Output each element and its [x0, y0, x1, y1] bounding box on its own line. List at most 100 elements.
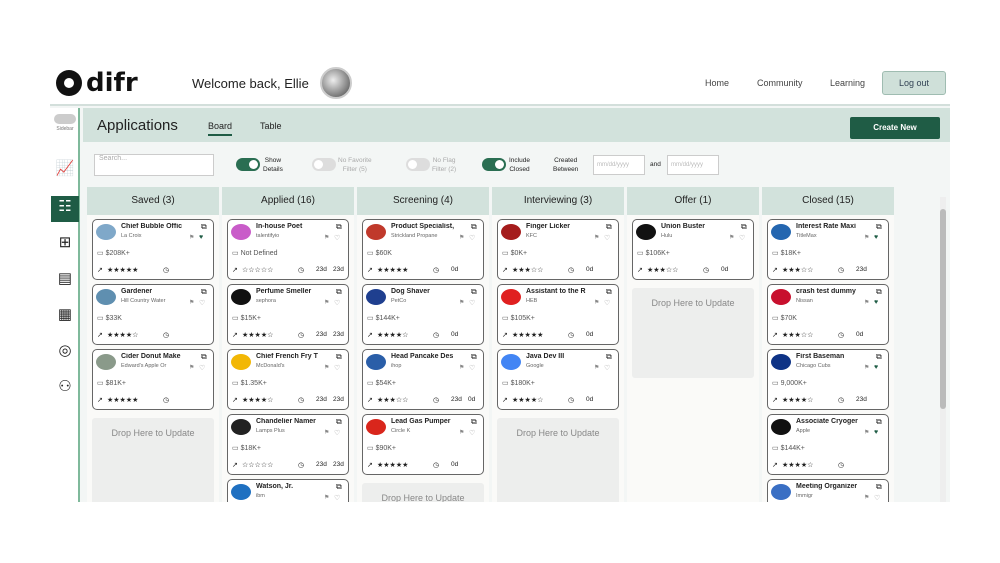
scroll-thumb[interactable]	[940, 209, 946, 409]
open-external-icon[interactable]: ⧉	[876, 222, 882, 232]
flag-icon[interactable]: ⚑	[189, 364, 194, 371]
target-icon[interactable]: ◎	[54, 340, 76, 362]
favorite-heart-icon[interactable]: ♥	[874, 429, 878, 436]
date-to-input[interactable]: mm/dd/yyyy	[667, 155, 719, 175]
open-external-icon[interactable]: ⧉	[201, 287, 207, 297]
logout-button[interactable]: Log out	[882, 71, 946, 95]
chart-icon[interactable]: 📈	[54, 158, 76, 180]
favorite-heart-icon[interactable]: ♡	[334, 234, 340, 242]
favorite-heart-icon[interactable]: ♡	[604, 364, 610, 372]
flag-icon[interactable]: ⚑	[459, 429, 464, 436]
calendar-icon[interactable]: ▦	[54, 304, 76, 326]
flag-icon[interactable]: ⚑	[729, 234, 734, 241]
open-external-icon[interactable]: ⧉	[471, 287, 477, 297]
favorite-heart-icon[interactable]: ♥	[874, 234, 878, 241]
briefcase-icon[interactable]: ⊞	[54, 232, 76, 254]
favorite-heart-icon[interactable]: ♡	[334, 364, 340, 372]
nav-learning[interactable]: Learning	[830, 78, 865, 88]
flag-icon[interactable]: ⚑	[324, 234, 329, 241]
favorite-heart-icon[interactable]: ♡	[469, 429, 475, 437]
flag-icon[interactable]: ⚑	[324, 299, 329, 306]
flag-icon[interactable]: ⚑	[189, 234, 194, 241]
difr-logo[interactable]: difr	[56, 68, 138, 98]
flag-icon[interactable]: ⚑	[459, 299, 464, 306]
job-card[interactable]: Head Pancake Des ihop ⧉ ⚑ ♡ ▭ $54K+ ★★★☆☆ ↗ ◷ 23d…	[362, 349, 484, 410]
open-external-icon[interactable]: ⧉	[606, 222, 612, 232]
drop-zone[interactable]: Drop Here to Update	[92, 418, 214, 502]
open-external-icon[interactable]: ⧉	[471, 417, 477, 427]
job-card[interactable]: Lead Gas Pumper Circle K ⧉ ⚑ ♡ ▭ $90K+ ★★★★★ ↗ ◷…	[362, 414, 484, 475]
flag-icon[interactable]: ⚑	[324, 494, 329, 501]
job-card[interactable]: Product Specialist, Strickland Propane ⧉ ⚑ ♡…	[362, 219, 484, 280]
date-from-input[interactable]: mm/dd/yyyy	[593, 155, 645, 175]
job-card[interactable]: Perfume Smeller sephora ⧉ ⚑ ♡ ▭ $15K+ ★★★★☆ ↗ ◷ 2…	[227, 284, 349, 345]
flag-icon[interactable]: ⚑	[864, 429, 869, 436]
search-input[interactable]: Search...	[94, 154, 214, 176]
open-external-icon[interactable]: ⧉	[336, 482, 342, 492]
job-card[interactable]: Meeting Organizer Immigr ⧉ ⚑ ♡	[767, 479, 889, 502]
job-card[interactable]: In-house Poet talentifyio ⧉ ⚑ ♡ ▭ Not Defined…	[227, 219, 349, 280]
open-external-icon[interactable]: ⧉	[336, 287, 342, 297]
job-card[interactable]: Associate Cryoger Apple ⧉ ⚑ ♥ ▭ $144K+ ★★★★☆ ↗ ◷	[767, 414, 889, 475]
flag-icon[interactable]: ⚑	[864, 299, 869, 306]
open-external-icon[interactable]: ⧉	[876, 417, 882, 427]
favorite-heart-icon[interactable]: ♡	[199, 364, 205, 372]
include-closed-toggle[interactable]	[482, 158, 506, 171]
favorite-heart-icon[interactable]: ♡	[604, 234, 610, 242]
create-new-button[interactable]: Create New	[850, 117, 940, 139]
flag-icon[interactable]: ⚑	[864, 494, 869, 501]
flag-icon[interactable]: ⚑	[864, 234, 869, 241]
open-external-icon[interactable]: ⧉	[741, 222, 747, 232]
job-card[interactable]: Interest Rate Maxi TitleMax ⧉ ⚑ ♥ ▭ $18K+ ★★★☆…	[767, 219, 889, 280]
flag-icon[interactable]: ⚑	[594, 299, 599, 306]
favorite-heart-icon[interactable]: ♡	[334, 429, 340, 437]
flag-icon[interactable]: ⚑	[324, 364, 329, 371]
favorite-heart-icon[interactable]: ♥	[874, 364, 878, 371]
job-card[interactable]: Chief Bubble Offic La Croix ⧉ ⚑ ♥ ▭ $208K+ ★★★…	[92, 219, 214, 280]
favorite-heart-icon[interactable]: ♥	[874, 299, 878, 306]
job-card[interactable]: Dog Shaver PetCo ⧉ ⚑ ♡ ▭ $144K+ ★★★★☆ ↗ ◷ 0d	[362, 284, 484, 345]
drop-zone[interactable]: Drop Here to Update	[632, 288, 754, 378]
nav-home[interactable]: Home	[705, 78, 729, 88]
favorite-heart-icon[interactable]: ♡	[334, 299, 340, 307]
open-external-icon[interactable]: ⧉	[471, 222, 477, 232]
job-card[interactable]: Watson, Jr. ibm ⧉ ⚑ ♡	[227, 479, 349, 502]
user-settings-icon[interactable]: ⚇	[54, 376, 76, 398]
favorite-heart-icon[interactable]: ♥	[199, 234, 203, 241]
open-external-icon[interactable]: ⧉	[336, 352, 342, 362]
open-external-icon[interactable]: ⧉	[876, 352, 882, 362]
document-icon[interactable]: ▤	[54, 268, 76, 290]
tab-board[interactable]: Board	[208, 121, 233, 136]
job-card[interactable]: crash test dummy Nissan ⧉ ⚑ ♥ ▭ $70K ★★★☆☆ ↗ ◷ 0d	[767, 284, 889, 345]
open-external-icon[interactable]: ⧉	[876, 287, 882, 297]
favorite-heart-icon[interactable]: ♡	[469, 299, 475, 307]
job-card[interactable]: Chief French Fry T McDonald's ⧉ ⚑ ♡ ▭ $1.35K+…	[227, 349, 349, 410]
favorite-heart-icon[interactable]: ♡	[469, 364, 475, 372]
drop-zone[interactable]: Drop Here to Update	[362, 483, 484, 502]
no-flag-toggle[interactable]	[406, 158, 430, 171]
job-card[interactable]: Cider Donut Make Edward's Apple Or ⧉ ⚑ ♡ ▭ $8…	[92, 349, 214, 410]
favorite-heart-icon[interactable]: ♡	[604, 299, 610, 307]
job-card[interactable]: First Baseman Chicago Cubs ⧉ ⚑ ♥ ▭ 9,000K+ ★★★…	[767, 349, 889, 410]
favorite-heart-icon[interactable]: ♡	[199, 299, 205, 307]
flag-icon[interactable]: ⚑	[189, 299, 194, 306]
flag-icon[interactable]: ⚑	[459, 234, 464, 241]
avatar[interactable]	[320, 67, 352, 99]
open-external-icon[interactable]: ⧉	[606, 352, 612, 362]
drop-zone[interactable]: Drop Here to Update	[497, 418, 619, 502]
flag-icon[interactable]: ⚑	[594, 364, 599, 371]
favorite-heart-icon[interactable]: ♡	[334, 494, 340, 502]
job-card[interactable]: Chandelier Namer Lamps Plus ⧉ ⚑ ♡ ▭ $18K+ ☆☆☆☆…	[227, 414, 349, 475]
tab-table[interactable]: Table	[260, 121, 282, 131]
open-external-icon[interactable]: ⧉	[336, 222, 342, 232]
job-card[interactable]: Finger Licker KFC ⧉ ⚑ ♡ ▭ $0K+ ★★★☆☆ ↗ ◷ 0d	[497, 219, 619, 280]
flag-icon[interactable]: ⚑	[324, 429, 329, 436]
job-card[interactable]: Assistant to the R HEB ⧉ ⚑ ♡ ▭ $105K+ ★★★★★ ↗ ◷ 0…	[497, 284, 619, 345]
job-card[interactable]: Java Dev III Google ⧉ ⚑ ♡ ▭ $180K+ ★★★★☆ ↗ ◷ 0d	[497, 349, 619, 410]
flag-icon[interactable]: ⚑	[864, 364, 869, 371]
favorite-heart-icon[interactable]: ♡	[739, 234, 745, 242]
board-icon[interactable]: ☷	[51, 196, 79, 222]
open-external-icon[interactable]: ⧉	[201, 352, 207, 362]
favorite-heart-icon[interactable]: ♡	[874, 494, 880, 502]
no-favorite-toggle[interactable]	[312, 158, 336, 171]
